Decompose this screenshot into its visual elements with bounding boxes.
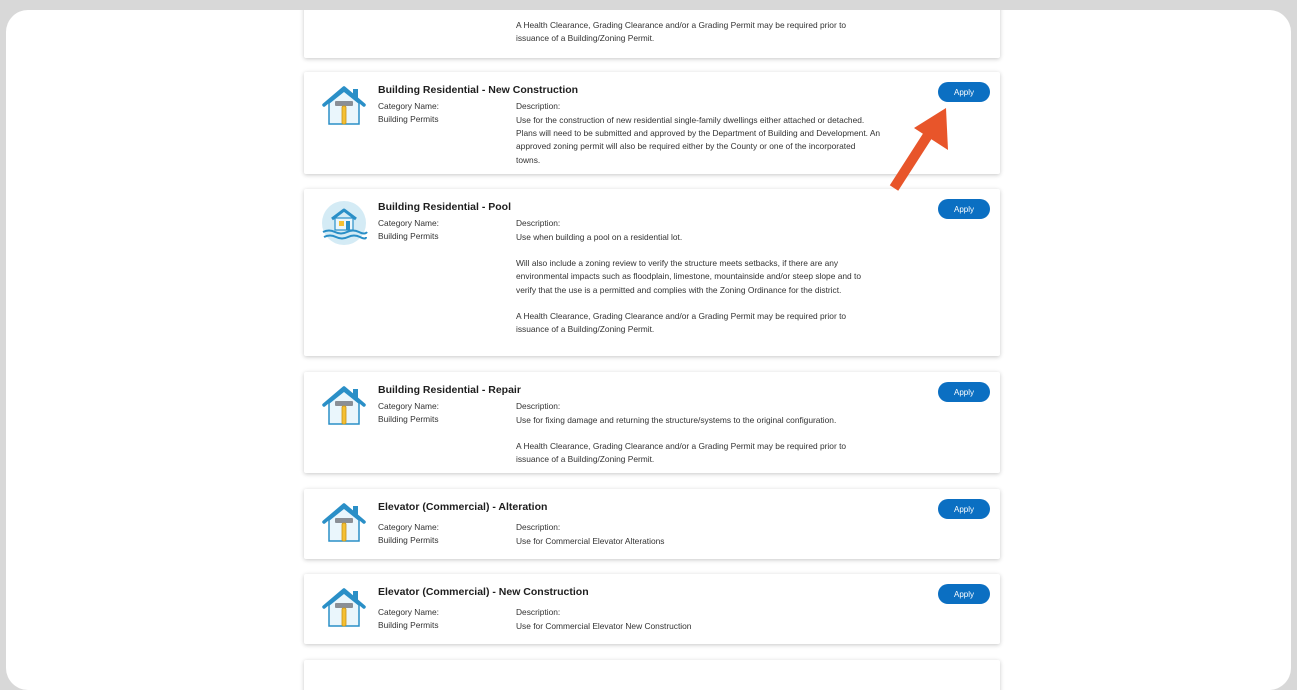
description-label: Description:	[516, 401, 561, 411]
category-label: Category Name:	[378, 218, 439, 228]
category-label: Category Name:	[378, 522, 439, 532]
apply-button[interactable]: Apply	[938, 199, 990, 219]
apply-button[interactable]: Apply	[938, 382, 990, 402]
permit-card-pool: Building Residential - Pool Category Nam…	[304, 189, 1000, 356]
category-value: Building Permits	[378, 620, 439, 630]
category-value: Building Permits	[378, 114, 439, 124]
category-label: Category Name:	[378, 101, 439, 111]
description-paragraph: Use for the construction of new resident…	[516, 115, 881, 165]
permit-description: Use for Commercial Elevator Alterations	[516, 535, 881, 548]
description-label: Description:	[516, 522, 561, 532]
permit-description: Use for the construction of new resident…	[516, 114, 881, 167]
annotation-arrow-icon	[889, 108, 948, 191]
description-paragraph: Use for fixing damage and returning the …	[516, 415, 837, 425]
description-paragraph: Use for Commercial Elevator New Construc…	[516, 621, 692, 631]
browser-viewport: A Health Clearance, Grading Clearance an…	[6, 10, 1291, 690]
house-hammer-icon	[320, 82, 368, 130]
permit-card-repair: Building Residential - Repair Category N…	[304, 372, 1000, 473]
apply-button[interactable]: Apply	[938, 82, 990, 102]
description-label: Description:	[516, 101, 561, 111]
permit-title: Elevator (Commercial) - New Construction	[378, 586, 589, 598]
category-label: Category Name:	[378, 607, 439, 617]
description-paragraph: Use for Commercial Elevator Alterations	[516, 536, 665, 546]
category-label: Category Name:	[378, 401, 439, 411]
apply-button[interactable]: Apply	[938, 499, 990, 519]
description-paragraph: Will also include a zoning review to ver…	[516, 258, 861, 295]
pool-house-icon	[320, 199, 368, 247]
permit-title: Building Residential - New Construction	[378, 84, 579, 96]
description-label: Description:	[516, 607, 561, 617]
house-hammer-icon	[320, 584, 368, 632]
description-paragraph: A Health Clearance, Grading Clearance an…	[516, 20, 847, 44]
category-value: Building Permits	[378, 535, 439, 545]
apply-button[interactable]: Apply	[938, 584, 990, 604]
permit-card-elevator-alteration: Elevator (Commercial) - Alteration Categ…	[304, 489, 1000, 559]
permit-title: Building Residential - Repair	[378, 384, 521, 396]
description-paragraph: A Health Clearance, Grading Clearance an…	[516, 441, 847, 465]
permit-description: Use for fixing damage and returning the …	[516, 414, 881, 467]
permit-card	[304, 660, 1000, 690]
permit-card: A Health Clearance, Grading Clearance an…	[304, 10, 1000, 58]
permit-description: Use when building a pool on a residentia…	[516, 231, 881, 336]
description-paragraph: A Health Clearance, Grading Clearance an…	[516, 310, 847, 335]
description-label: Description:	[516, 218, 561, 228]
permit-description: Use for Commercial Elevator New Construc…	[516, 620, 881, 633]
permit-title: Building Residential - Pool	[378, 201, 512, 213]
house-hammer-icon	[320, 382, 368, 430]
permit-title: Elevator (Commercial) - Alteration	[378, 501, 548, 513]
house-hammer-icon	[320, 499, 368, 547]
description-paragraph: Use when building a pool on a residentia…	[516, 232, 683, 242]
category-value: Building Permits	[378, 231, 439, 241]
category-value: Building Permits	[378, 414, 439, 424]
permit-card-elevator-new-construction: Elevator (Commercial) - New Construction…	[304, 574, 1000, 644]
permit-description: A Health Clearance, Grading Clearance an…	[516, 19, 881, 45]
